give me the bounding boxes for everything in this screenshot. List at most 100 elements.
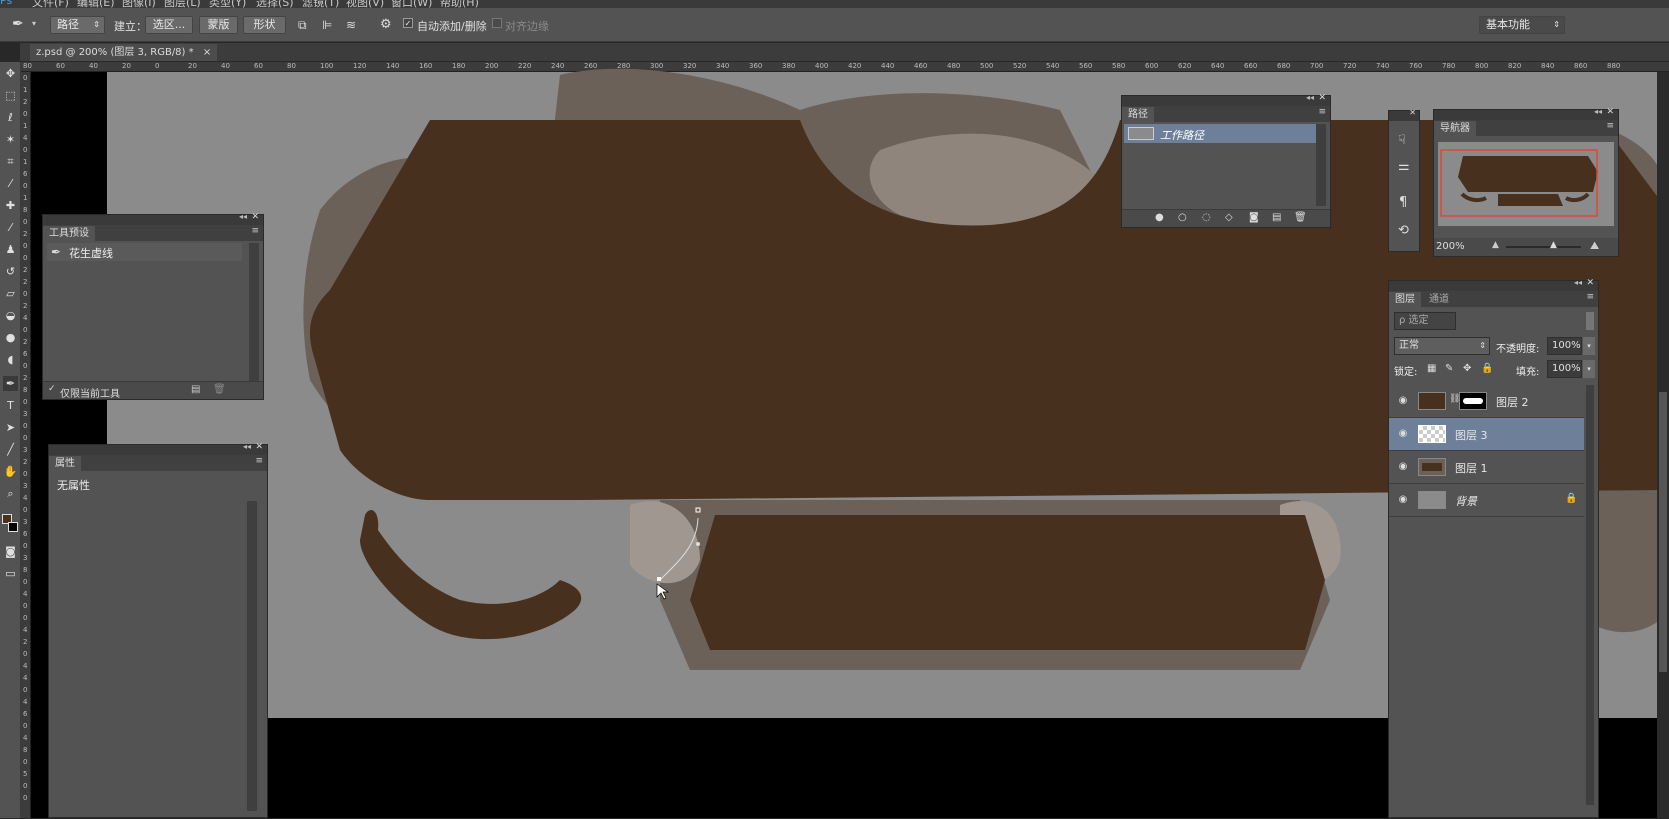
pen-tool-icon: ✒ bbox=[51, 245, 62, 259]
layer-name: 图层 2 bbox=[1496, 396, 1529, 409]
fill-path-icon[interactable]: ● bbox=[1155, 212, 1164, 223]
lock-transparent-icon[interactable]: ▦ bbox=[1427, 363, 1436, 374]
tool-presets-panel: ◂◂ ✕ 工具预设 ≡ ✒ 花生虚线 ✓ 仅限当前工具 ▤ 🗑 bbox=[42, 212, 264, 400]
collapse-icon[interactable]: ◂◂ bbox=[1594, 107, 1602, 116]
trash-icon[interactable]: 🗑 bbox=[213, 384, 226, 395]
scrollbar[interactable] bbox=[249, 243, 259, 383]
zoom-in-icon[interactable]: ⛰ bbox=[1590, 239, 1599, 253]
tool-presets-dock-icon[interactable]: ☟ bbox=[1398, 133, 1406, 148]
blend-mode-select[interactable]: 正常 ⇕ bbox=[1394, 337, 1490, 355]
collapse-icon[interactable]: ◂◂ bbox=[243, 442, 251, 451]
tab-properties[interactable]: 属性 bbox=[49, 456, 81, 471]
properties-panel: ◂◂ ✕ 属性 ≡ 无属性 bbox=[48, 442, 268, 818]
close-icon[interactable]: ✕ bbox=[1586, 278, 1594, 288]
zoom-out-icon[interactable]: ▲ bbox=[1492, 240, 1499, 250]
opacity-input[interactable]: 100% bbox=[1547, 337, 1582, 355]
path-item[interactable]: 工作路径 bbox=[1124, 124, 1319, 143]
close-icon[interactable]: ✕ bbox=[1409, 108, 1416, 117]
panel-header: ◂◂ ✕ bbox=[1122, 93, 1330, 106]
history-dock-icon[interactable]: ⟲ bbox=[1398, 223, 1409, 238]
panel-menu-icon[interactable]: ≡ bbox=[1586, 292, 1594, 302]
zoom-value[interactable]: 200% bbox=[1436, 241, 1465, 252]
fill-dropdown-icon[interactable]: ▾ bbox=[1583, 360, 1595, 378]
trash-icon[interactable]: 🗑 bbox=[1294, 212, 1307, 223]
scrollbar[interactable] bbox=[1586, 385, 1594, 805]
fill-input[interactable]: 100% bbox=[1547, 360, 1582, 378]
preset-item[interactable]: ✒ 花生虚线 bbox=[47, 243, 242, 261]
lock-label: 锁定: bbox=[1394, 367, 1418, 378]
layer-row[interactable]: ◉ 背景 🔒 bbox=[1389, 484, 1584, 517]
make-path-icon[interactable]: ◇ bbox=[1225, 212, 1233, 223]
zoom-slider-track[interactable] bbox=[1506, 246, 1581, 248]
load-selection-icon[interactable]: ◌ bbox=[1202, 212, 1211, 223]
close-icon[interactable]: ✕ bbox=[251, 212, 259, 222]
updown-icon: ⇕ bbox=[1479, 341, 1486, 350]
filter-toggle[interactable] bbox=[1586, 312, 1594, 330]
new-path-icon[interactable]: ▤ bbox=[1272, 212, 1281, 223]
opacity-dropdown-icon[interactable]: ▾ bbox=[1583, 337, 1595, 355]
lock-pixels-icon[interactable]: ✎ bbox=[1445, 363, 1453, 374]
collapse-icon[interactable]: ◂◂ bbox=[239, 212, 247, 221]
lock-position-icon[interactable]: ✥ bbox=[1463, 363, 1471, 374]
close-icon[interactable]: ✕ bbox=[255, 442, 263, 452]
collapsed-panel-dock: ✕ ☟ ⚌ ¶ ⟲ bbox=[1388, 108, 1420, 252]
panel-tabs: 路径 ≡ bbox=[1122, 106, 1330, 122]
close-icon[interactable]: ✕ bbox=[1606, 107, 1614, 117]
add-mask-icon[interactable]: ◙ bbox=[1249, 212, 1259, 223]
tab-channels[interactable]: 通道 bbox=[1423, 292, 1455, 307]
panel-header: ◂◂ ✕ bbox=[1389, 278, 1598, 291]
panel-menu-icon[interactable]: ≡ bbox=[1606, 121, 1614, 131]
scrollbar[interactable] bbox=[247, 501, 257, 811]
navigator-panel: ◂◂ ✕ 导航器 ≡ 200% ▲ ▲ ⛰ bbox=[1433, 107, 1619, 257]
collapse-icon[interactable]: ◂◂ bbox=[1574, 278, 1582, 287]
layer-row[interactable]: ◉ ⛓ 图层 2 bbox=[1389, 385, 1584, 418]
close-icon[interactable]: ✕ bbox=[1318, 93, 1326, 103]
scrollbar[interactable] bbox=[1316, 124, 1326, 206]
eye-icon[interactable]: ◉ bbox=[1396, 460, 1410, 474]
tab-layers[interactable]: 图层 bbox=[1389, 292, 1421, 307]
panel-menu-icon[interactable]: ≡ bbox=[251, 226, 259, 236]
tab-tool-presets[interactable]: 工具预设 bbox=[43, 226, 95, 241]
tab-navigator[interactable]: 导航器 bbox=[1434, 121, 1476, 136]
layer-row[interactable]: ◉ 图层 1 bbox=[1389, 451, 1584, 484]
paragraph-icon[interactable]: ¶ bbox=[1399, 195, 1407, 210]
panel-tabs: 属性 ≡ bbox=[49, 455, 267, 471]
canvas-vertical-scrollbar[interactable] bbox=[1657, 72, 1669, 818]
new-preset-icon[interactable]: ▤ bbox=[191, 384, 200, 395]
lock-all-icon[interactable]: 🔒 bbox=[1481, 363, 1493, 374]
eye-icon[interactable]: ◉ bbox=[1396, 493, 1410, 507]
layer-row-selected[interactable]: ◉ 图层 3 bbox=[1389, 418, 1584, 451]
navigator-thumbnail bbox=[1440, 149, 1598, 217]
eye-icon[interactable]: ◉ bbox=[1396, 394, 1410, 408]
scrollbar-thumb[interactable] bbox=[1659, 392, 1667, 672]
zoom-slider-thumb[interactable]: ▲ bbox=[1550, 240, 1557, 250]
layer-name: 图层 1 bbox=[1455, 462, 1488, 475]
layer-thumbnail bbox=[1418, 458, 1446, 476]
preset-item-label: 花生虚线 bbox=[69, 247, 113, 260]
tab-paths[interactable]: 路径 bbox=[1122, 107, 1154, 122]
path-item-label: 工作路径 bbox=[1160, 129, 1204, 142]
panel-header: ◂◂ ✕ bbox=[1434, 107, 1618, 120]
panel-menu-icon[interactable]: ≡ bbox=[255, 456, 263, 466]
vector-mask-thumbnail[interactable] bbox=[1459, 392, 1487, 410]
path-handle bbox=[696, 542, 700, 546]
panel-footer: ● ○ ◌ ◇ ◙ ▤ 🗑 bbox=[1122, 209, 1330, 227]
panel-header: ◂◂ ✕ bbox=[43, 212, 263, 225]
adjustments-dock-icon[interactable]: ⚌ bbox=[1398, 159, 1410, 174]
layer-filter-value: ρ 选定 bbox=[1399, 315, 1429, 326]
navigator-preview[interactable] bbox=[1438, 142, 1614, 226]
layer-name: 图层 3 bbox=[1455, 429, 1488, 442]
eye-icon[interactable]: ◉ bbox=[1396, 427, 1410, 441]
stroke-path-icon[interactable]: ○ bbox=[1178, 212, 1187, 223]
layer-thumbnail bbox=[1418, 425, 1446, 443]
panel-menu-icon[interactable]: ≡ bbox=[1318, 107, 1326, 117]
panel-footer: ✓ 仅限当前工具 ▤ 🗑 bbox=[43, 381, 263, 400]
no-properties-text: 无属性 bbox=[57, 479, 90, 492]
lock-icon: 🔒 bbox=[1565, 493, 1578, 504]
collapse-icon[interactable]: ◂◂ bbox=[1306, 93, 1314, 102]
current-only-checkbox[interactable]: ✓ bbox=[48, 384, 56, 394]
layer-filter-select[interactable]: ρ 选定 bbox=[1394, 312, 1456, 330]
path-thumbnail bbox=[1128, 127, 1154, 140]
paths-panel: ◂◂ ✕ 路径 ≡ 工作路径 ● ○ ◌ ◇ ◙ ▤ 🗑 bbox=[1121, 93, 1331, 228]
plaque-shape bbox=[690, 515, 1325, 650]
